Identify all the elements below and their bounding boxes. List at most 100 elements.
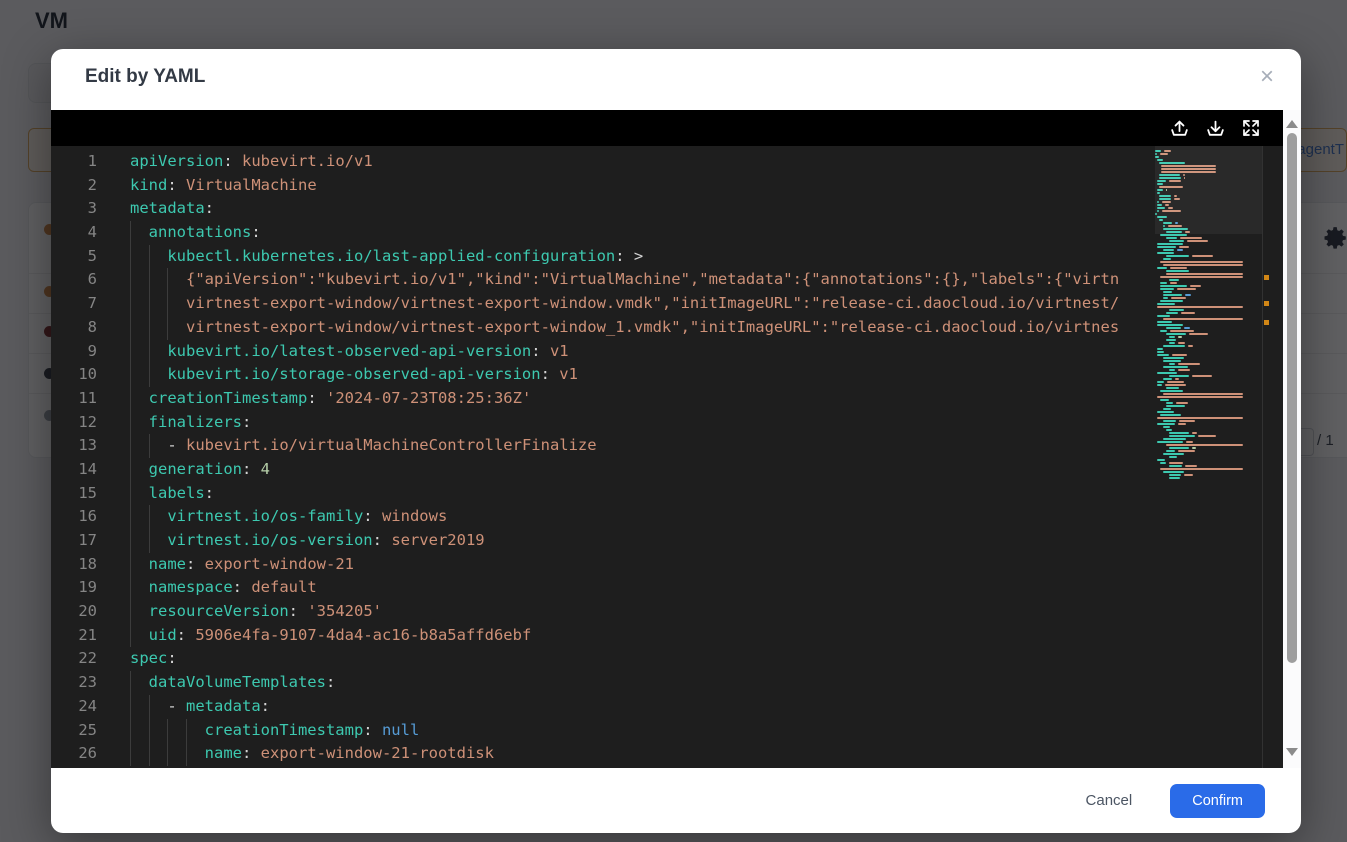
ruler-mark [1264,275,1269,280]
minimap-line [1155,324,1263,326]
minimap-line [1155,474,1263,476]
minimap-line [1155,336,1263,338]
minimap-line [1155,435,1263,437]
code-line[interactable]: 23 dataVolumeTemplates: [51,671,1283,695]
code-text: metadata: [130,197,214,221]
code-text: kubevirt.io/storage-observed-api-version… [130,363,578,387]
minimap-line [1155,450,1263,452]
code-text: kind: VirtualMachine [130,174,317,198]
code-line[interactable]: 5 kubectl.kubernetes.io/last-applied-con… [51,245,1283,269]
code-line[interactable]: 3 metadata: [51,197,1283,221]
minimap-line [1155,381,1263,383]
minimap-line [1155,441,1263,443]
minimap-line [1155,360,1263,362]
minimap-line [1155,393,1263,395]
modal-footer: Cancel Confirm [51,768,1301,833]
code-line[interactable]: 19 namespace: default [51,576,1283,600]
minimap-line [1155,273,1263,275]
code-line[interactable]: 16 virtnest.io/os-family: windows [51,505,1283,529]
minimap-line [1155,420,1263,422]
line-number: 3 [51,197,97,221]
code-line[interactable]: 17 virtnest.io/os-version: server2019 [51,529,1283,553]
code-text: spec: [130,647,177,671]
editor-minimap[interactable] [1155,146,1263,768]
minimap-line [1155,285,1263,287]
code-line[interactable]: 14 generation: 4 [51,458,1283,482]
fullscreen-icon[interactable] [1241,118,1261,138]
minimap-line [1155,243,1263,245]
minimap-line [1155,429,1263,431]
minimap-line [1155,426,1263,428]
minimap-line [1155,396,1263,398]
code-line[interactable]: 24 - metadata: [51,695,1283,719]
minimap-line [1155,327,1263,329]
line-number: 2 [51,174,97,198]
cancel-button[interactable]: Cancel [1080,791,1139,810]
minimap-line [1155,345,1263,347]
code-line[interactable]: 1apiVersion: kubevirt.io/v1 [51,150,1283,174]
code-line[interactable]: 15 labels: [51,482,1283,506]
scrollbar-thumb[interactable] [1287,133,1297,663]
code-line[interactable]: 13 - kubevirt.io/virtualMachineControlle… [51,434,1283,458]
code-text: namespace: default [130,576,317,600]
minimap-line [1155,447,1263,449]
yaml-editor[interactable]: 1apiVersion: kubevirt.io/v12 kind: Virtua… [51,110,1283,768]
close-icon[interactable]: × [1253,63,1281,91]
line-number: 9 [51,340,97,364]
line-number: 4 [51,221,97,245]
code-line[interactable]: 18 name: export-window-21 [51,553,1283,577]
scroll-down-arrow[interactable] [1286,748,1298,756]
code-text: name: export-window-21-rootdisk [130,742,494,766]
overview-ruler [1262,146,1283,768]
minimap-slider[interactable] [1155,146,1263,234]
line-number: 20 [51,600,97,624]
minimap-line [1155,378,1263,380]
line-number: 24 [51,695,97,719]
code-line[interactable]: 25 creationTimestamp: null [51,719,1283,743]
code-line[interactable]: 22spec: [51,647,1283,671]
code-line[interactable]: 8 virtnest-export-window/virtnest-export… [51,316,1283,340]
code-line[interactable]: 6 {"apiVersion":"kubevirt.io/v1","kind":… [51,268,1283,292]
line-number: 14 [51,458,97,482]
modal-title: Edit by YAML [85,66,205,88]
code-text: generation: 4 [130,458,270,482]
minimap-line [1155,264,1263,266]
line-number: 12 [51,411,97,435]
line-number: 18 [51,553,97,577]
minimap-line [1155,306,1263,308]
code-line[interactable]: 20 resourceVersion: '354205' [51,600,1283,624]
minimap-line [1155,375,1263,377]
minimap-line [1155,255,1263,257]
minimap-line [1155,444,1263,446]
yaml-code-area[interactable]: 1apiVersion: kubevirt.io/v12 kind: Virtua… [51,146,1283,768]
code-line[interactable]: 9 kubevirt.io/latest-observed-api-versio… [51,340,1283,364]
confirm-button[interactable]: Confirm [1170,784,1265,818]
code-line[interactable]: 10 kubevirt.io/storage-observed-api-vers… [51,363,1283,387]
code-line[interactable]: 21 uid: 5906e4fa-9107-4da4-ac16-b8a5affd… [51,624,1283,648]
minimap-line [1155,399,1263,401]
code-text: resourceVersion: '354205' [130,600,382,624]
upload-icon[interactable] [1169,118,1190,139]
screen: VM agentT / 1 Edit by YAML × [0,0,1347,842]
code-line[interactable]: 12 finalizers: [51,411,1283,435]
code-text: creationTimestamp: null [130,719,419,743]
code-line[interactable]: 11 creationTimestamp: '2024-07-23T08:25:… [51,387,1283,411]
download-icon[interactable] [1205,118,1226,139]
code-line[interactable]: 26 name: export-window-21-rootdisk [51,742,1283,766]
minimap-line [1155,477,1263,479]
ruler-mark [1264,320,1269,325]
code-line[interactable]: 2 kind: VirtualMachine [51,174,1283,198]
minimap-line [1155,321,1263,323]
minimap-line [1155,267,1263,269]
code-text: name: export-window-21 [130,553,354,577]
code-text: virtnest-export-window/virtnest-export-w… [130,292,1119,316]
code-text: dataVolumeTemplates: [130,671,335,695]
scroll-up-arrow[interactable] [1286,120,1298,128]
modal-scrollbar[interactable] [1283,110,1301,768]
code-line[interactable]: 7 virtnest-export-window/virtnest-export… [51,292,1283,316]
minimap-line [1155,471,1263,473]
minimap-line [1155,297,1263,299]
minimap-line [1155,309,1263,311]
minimap-line [1155,249,1263,251]
code-line[interactable]: 4 annotations: [51,221,1283,245]
